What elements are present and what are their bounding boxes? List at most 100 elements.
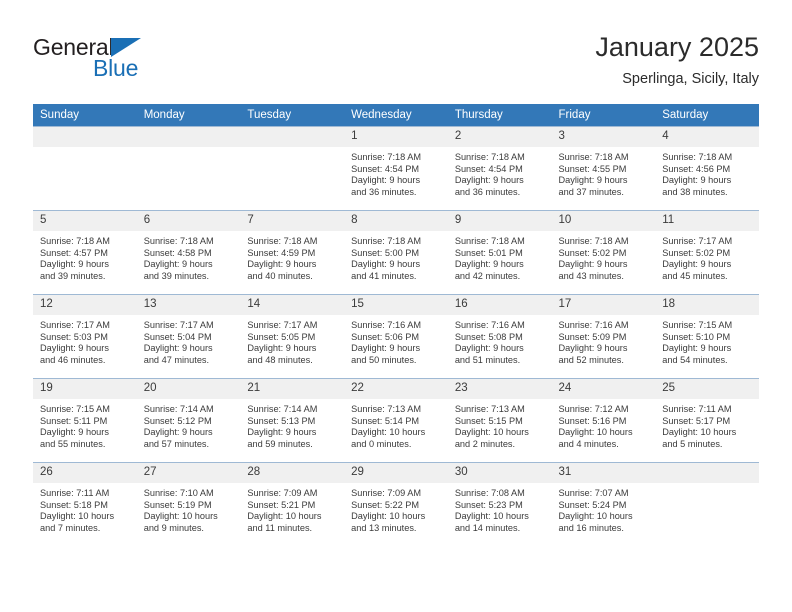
calendar-day-cell[interactable]: 7 Sunrise: 7:18 AM Sunset: 4:59 PM Daylight… xyxy=(240,210,345,295)
day-number: 19 xyxy=(33,379,137,399)
daylight-duration: Daylight: 9 hours xyxy=(662,259,732,270)
daylight-duration-cont: and 36 minutes. xyxy=(351,187,417,198)
calendar-day-cell[interactable]: 3 Sunrise: 7:18 AM Sunset: 4:55 PM Daylight… xyxy=(551,126,656,211)
sunrise-time: Sunrise: 7:18 AM xyxy=(558,236,629,246)
calendar-day-cell[interactable]: 23 Sunrise: 7:13 AM Sunset: 5:15 PM Dayligh… xyxy=(447,378,552,463)
day-details: Sunrise: 7:18 AM Sunset: 4:55 PM Daylight:… xyxy=(552,147,656,199)
sunrise-time: Sunrise: 7:18 AM xyxy=(247,236,318,246)
day-number: 22 xyxy=(344,379,448,399)
calendar-day-cell[interactable]: 1 Sunrise: 7:18 AM Sunset: 4:54 PM Daylight… xyxy=(344,126,448,211)
calendar-day-cell[interactable]: 4 Sunrise: 7:18 AM Sunset: 4:56 PM Daylight… xyxy=(655,126,759,211)
calendar-day-cell[interactable]: 10 Sunrise: 7:18 AM Sunset: 5:02 PM Dayligh… xyxy=(551,210,656,295)
day-details: Sunrise: 7:18 AM Sunset: 4:58 PM Daylight:… xyxy=(137,231,241,283)
sunrise-time: Sunrise: 7:17 AM xyxy=(143,320,214,330)
calendar-day-cell[interactable]: 17 Sunrise: 7:16 AM Sunset: 5:09 PM Dayligh… xyxy=(551,294,656,379)
sunset-time: Sunset: 5:04 PM xyxy=(143,331,212,342)
calendar-day-cell-empty xyxy=(240,126,345,211)
calendar-day-cell[interactable]: 5 Sunrise: 7:18 AM Sunset: 4:57 PM Daylight… xyxy=(33,210,137,295)
calendar-day-cell[interactable]: 26 Sunrise: 7:11 AM Sunset: 5:18 PM Dayligh… xyxy=(33,462,137,546)
day-details: Sunrise: 7:13 AM Sunset: 5:15 PM Daylight:… xyxy=(448,399,552,451)
day-number: 21 xyxy=(240,379,345,399)
daylight-duration: Daylight: 9 hours xyxy=(454,175,524,186)
calendar-week-row: 19 Sunrise: 7:15 AM Sunset: 5:11 PM Dayligh… xyxy=(33,378,759,463)
daylight-duration: Daylight: 9 hours xyxy=(143,259,213,270)
day-details: Sunrise: 7:15 AM Sunset: 5:11 PM Daylight:… xyxy=(33,399,137,451)
sunset-time: Sunset: 5:21 PM xyxy=(247,499,316,510)
sunset-time: Sunset: 5:00 PM xyxy=(351,247,420,258)
sunset-time: Sunset: 5:02 PM xyxy=(558,247,627,258)
day-number: 10 xyxy=(551,211,656,231)
day-details: Sunrise: 7:11 AM Sunset: 5:17 PM Daylight:… xyxy=(655,399,759,451)
calendar-day-cell[interactable]: 28 Sunrise: 7:09 AM Sunset: 5:21 PM Dayligh… xyxy=(240,462,345,546)
day-details: Sunrise: 7:18 AM Sunset: 5:00 PM Daylight:… xyxy=(344,231,448,283)
daylight-duration-cont: and 14 minutes. xyxy=(454,523,521,534)
sunset-time: Sunset: 5:10 PM xyxy=(662,331,731,342)
day-number: 12 xyxy=(33,295,137,315)
calendar-day-cell[interactable]: 6 Sunrise: 7:18 AM Sunset: 4:58 PM Daylight… xyxy=(136,210,241,295)
daylight-duration-cont: and 9 minutes. xyxy=(143,523,204,534)
page-subtitle: Sperlinga, Sicily, Italy xyxy=(622,71,759,87)
calendar-day-cell[interactable]: 30 Sunrise: 7:08 AM Sunset: 5:23 PM Dayligh… xyxy=(447,462,552,546)
sunset-time: Sunset: 4:55 PM xyxy=(558,163,627,174)
weekday-header-friday: Friday xyxy=(551,104,656,127)
daylight-duration-cont: and 54 minutes. xyxy=(662,355,728,366)
calendar-day-cell[interactable]: 2 Sunrise: 7:18 AM Sunset: 4:54 PM Daylight… xyxy=(447,126,552,211)
daylight-duration-cont: and 41 minutes. xyxy=(351,271,417,282)
calendar-day-cell[interactable]: 27 Sunrise: 7:10 AM Sunset: 5:19 PM Dayligh… xyxy=(136,462,241,546)
daylight-duration: Daylight: 9 hours xyxy=(247,259,317,270)
day-number: 17 xyxy=(551,295,656,315)
calendar-day-cell[interactable]: 16 Sunrise: 7:16 AM Sunset: 5:08 PM Dayligh… xyxy=(447,294,552,379)
weekday-header-wednesday: Wednesday xyxy=(344,104,448,127)
sunrise-time: Sunrise: 7:18 AM xyxy=(351,152,422,162)
calendar-day-cell[interactable]: 20 Sunrise: 7:14 AM Sunset: 5:12 PM Dayligh… xyxy=(136,378,241,463)
calendar-day-cell[interactable]: 25 Sunrise: 7:11 AM Sunset: 5:17 PM Dayligh… xyxy=(655,378,759,463)
calendar-day-cell[interactable]: 11 Sunrise: 7:17 AM Sunset: 5:02 PM Dayligh… xyxy=(655,210,759,295)
day-details: Sunrise: 7:10 AM Sunset: 5:19 PM Daylight:… xyxy=(137,483,241,535)
day-number: 11 xyxy=(655,211,759,231)
sunset-time: Sunset: 5:24 PM xyxy=(558,499,627,510)
daylight-duration-cont: and 42 minutes. xyxy=(454,271,521,282)
day-details: Sunrise: 7:18 AM Sunset: 4:59 PM Daylight:… xyxy=(240,231,344,283)
daylight-duration-cont: and 4 minutes. xyxy=(558,439,619,450)
day-number: 26 xyxy=(33,463,137,483)
daylight-duration-cont: and 11 minutes. xyxy=(247,523,313,534)
sunrise-time: Sunrise: 7:18 AM xyxy=(351,236,422,246)
calendar-day-cell[interactable]: 8 Sunrise: 7:18 AM Sunset: 5:00 PM Daylight… xyxy=(344,210,448,295)
calendar-day-cell[interactable]: 12 Sunrise: 7:17 AM Sunset: 5:03 PM Dayligh… xyxy=(33,294,137,379)
calendar-day-cell[interactable]: 21 Sunrise: 7:14 AM Sunset: 5:13 PM Dayligh… xyxy=(240,378,345,463)
daylight-duration-cont: and 52 minutes. xyxy=(558,355,624,366)
calendar-day-cell[interactable]: 18 Sunrise: 7:15 AM Sunset: 5:10 PM Dayligh… xyxy=(655,294,759,379)
calendar-day-cell[interactable]: 31 Sunrise: 7:07 AM Sunset: 5:24 PM Dayligh… xyxy=(551,462,656,546)
daylight-duration-cont: and 38 minutes. xyxy=(662,187,728,198)
calendar-day-cell[interactable]: 14 Sunrise: 7:17 AM Sunset: 5:05 PM Dayligh… xyxy=(240,294,345,379)
day-number: 16 xyxy=(447,295,552,315)
sunrise-time: Sunrise: 7:17 AM xyxy=(662,236,733,246)
day-number: 30 xyxy=(447,463,552,483)
sunset-time: Sunset: 5:13 PM xyxy=(247,415,316,426)
calendar-body: 1 Sunrise: 7:18 AM Sunset: 4:54 PM Daylight… xyxy=(33,126,759,546)
calendar-day-cell[interactable]: 24 Sunrise: 7:12 AM Sunset: 5:16 PM Dayligh… xyxy=(551,378,656,463)
calendar-day-cell[interactable]: 19 Sunrise: 7:15 AM Sunset: 5:11 PM Dayligh… xyxy=(33,378,137,463)
daylight-duration-cont: and 48 minutes. xyxy=(247,355,313,366)
day-details: Sunrise: 7:08 AM Sunset: 5:23 PM Daylight:… xyxy=(448,483,552,535)
day-number: 20 xyxy=(136,379,241,399)
calendar-day-cell[interactable]: 22 Sunrise: 7:13 AM Sunset: 5:14 PM Dayligh… xyxy=(344,378,448,463)
sunrise-time: Sunrise: 7:09 AM xyxy=(247,488,318,498)
calendar-day-cell-empty xyxy=(655,462,759,546)
daylight-duration-cont: and 57 minutes. xyxy=(143,439,210,450)
calendar-day-cell[interactable]: 13 Sunrise: 7:17 AM Sunset: 5:04 PM Dayligh… xyxy=(136,294,241,379)
daylight-duration-cont: and 51 minutes. xyxy=(454,355,521,366)
weekday-header-thursday: Thursday xyxy=(447,104,552,127)
sunrise-time: Sunrise: 7:13 AM xyxy=(454,404,525,414)
sunset-time: Sunset: 4:59 PM xyxy=(247,247,316,258)
calendar-week-row: 12 Sunrise: 7:17 AM Sunset: 5:03 PM Dayligh… xyxy=(33,294,759,379)
daylight-duration-cont: and 45 minutes. xyxy=(662,271,728,282)
calendar-page: General Blue January 2025 Sperlinga, Sic… xyxy=(0,0,792,612)
general-blue-logo[interactable]: General Blue xyxy=(33,34,233,90)
calendar-day-cell[interactable]: 9 Sunrise: 7:18 AM Sunset: 5:01 PM Daylight… xyxy=(447,210,552,295)
day-details: Sunrise: 7:09 AM Sunset: 5:22 PM Daylight:… xyxy=(344,483,448,535)
daylight-duration: Daylight: 9 hours xyxy=(143,343,213,354)
calendar-day-cell[interactable]: 29 Sunrise: 7:09 AM Sunset: 5:22 PM Dayligh… xyxy=(344,462,448,546)
daylight-duration-cont: and 0 minutes. xyxy=(351,439,412,450)
calendar-day-cell[interactable]: 15 Sunrise: 7:16 AM Sunset: 5:06 PM Dayligh… xyxy=(344,294,448,379)
